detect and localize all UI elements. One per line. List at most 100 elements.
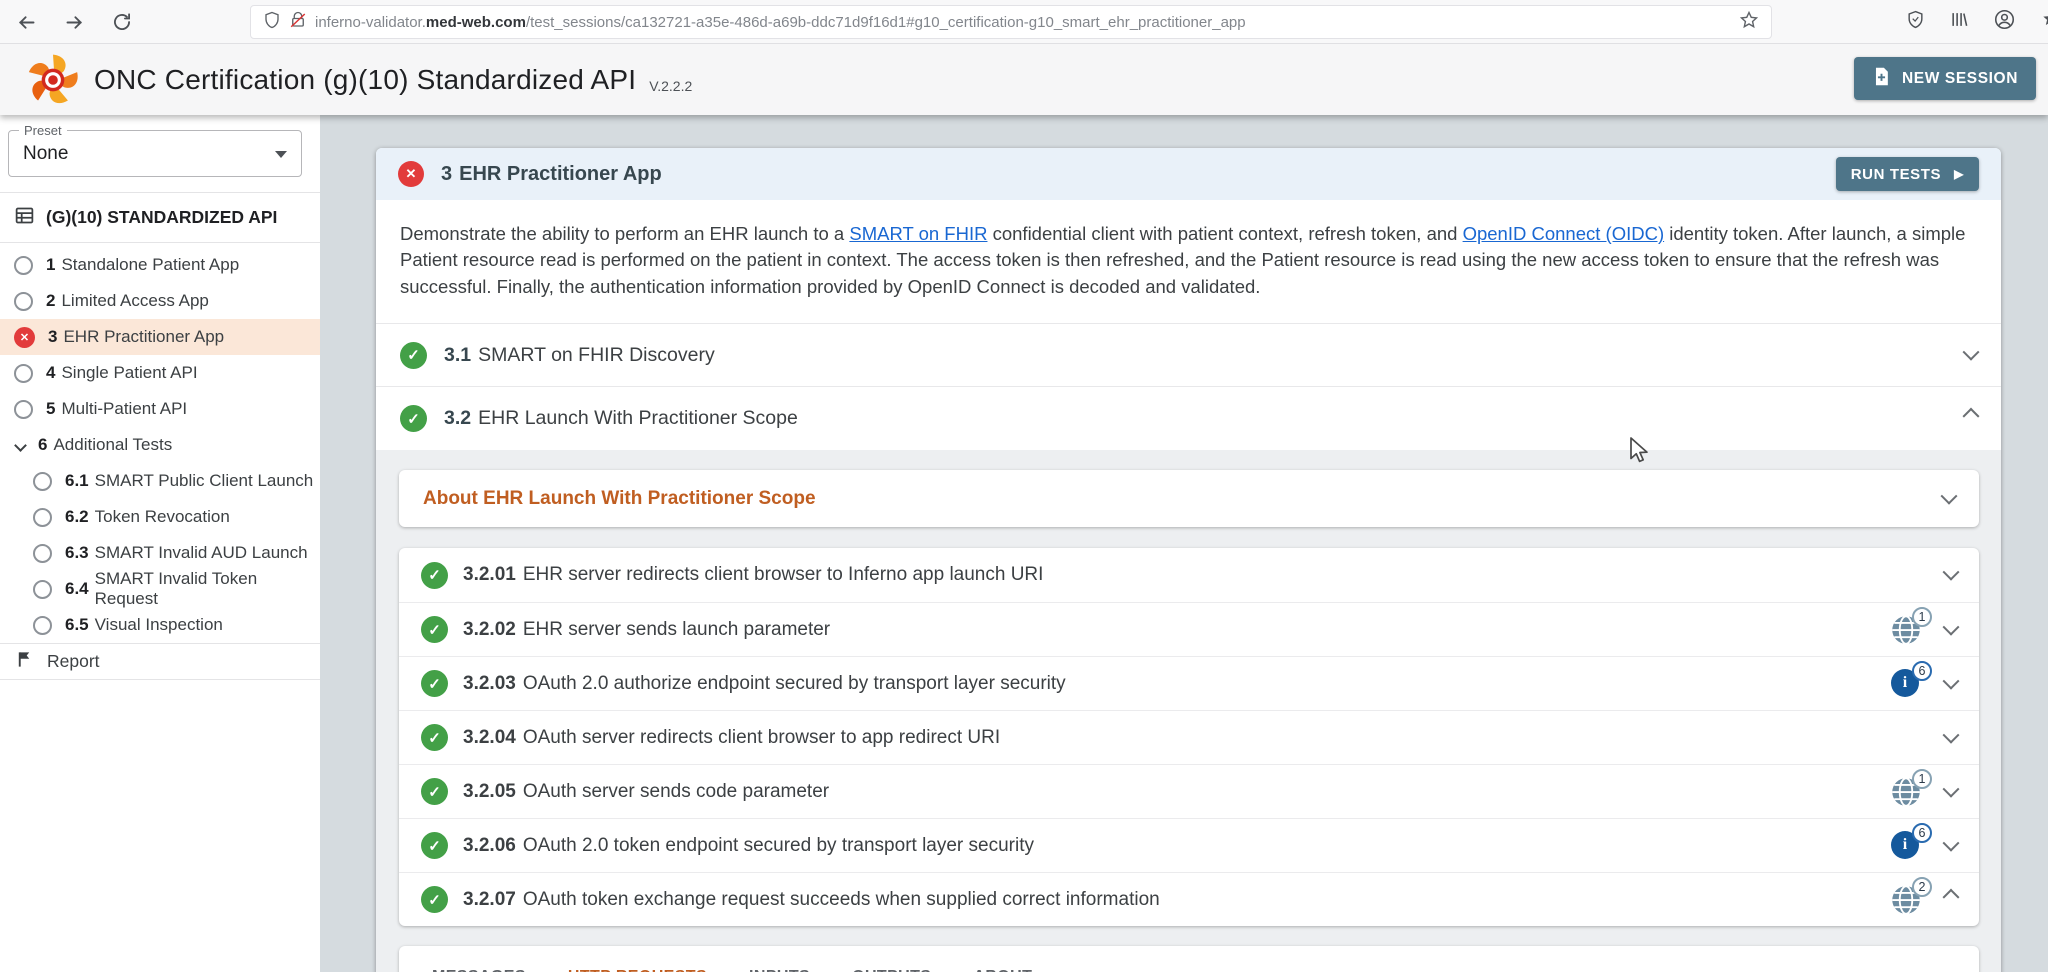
- subtest-row-3.2.05[interactable]: ✓3.2.05OAuth server sends code parameter…: [399, 764, 1979, 818]
- sidebar-item-label: EHR Practitioner App: [63, 327, 224, 347]
- insecure-lock-icon[interactable]: [289, 11, 307, 34]
- page-title: ONC Certification (g)(10) Standardized A…: [94, 64, 636, 96]
- sidebar-item-6[interactable]: 6Additional Tests: [0, 427, 320, 463]
- subtest-controls: i6: [1891, 831, 1957, 861]
- subtest-id: 3.2.06: [463, 835, 516, 857]
- sidebar-item-label: Limited Access App: [61, 291, 208, 311]
- forward-icon[interactable]: [64, 12, 85, 33]
- subtest-controls: [1945, 569, 1957, 581]
- radio-icon: [33, 544, 52, 563]
- sidebar-item-label: Additional Tests: [53, 435, 172, 455]
- test-group-card: ✕ 3 EHR Practitioner App RUN TESTS ▶ Dem…: [376, 148, 2001, 972]
- group-title: EHR Practitioner App: [459, 163, 662, 186]
- subtest-id: 3.2.01: [463, 564, 516, 586]
- sidebar-item-6.1[interactable]: 6.1SMART Public Client Launch: [0, 463, 320, 499]
- protections-shield-icon[interactable]: [1906, 10, 1925, 34]
- tracking-shield-icon[interactable]: [263, 11, 281, 34]
- flag-icon: [15, 650, 34, 674]
- subtest-title: OAuth server sends code parameter: [523, 781, 829, 803]
- description-link[interactable]: SMART on FHIR: [849, 223, 987, 244]
- subtest-row-3.2.02[interactable]: ✓3.2.02EHR server sends launch parameter…: [399, 602, 1979, 656]
- group-number: 3: [441, 163, 452, 186]
- account-icon[interactable]: [1994, 9, 2015, 35]
- subtest-title: EHR server redirects client browser to I…: [523, 564, 1044, 586]
- sidebar-item-6.5[interactable]: 6.5Visual Inspection: [0, 607, 320, 643]
- tab-about[interactable]: ABOUT: [971, 962, 1034, 972]
- success-icon: ✓: [421, 616, 448, 643]
- request-count-badge[interactable]: 1: [1891, 777, 1921, 807]
- sidebar-item-number: 2: [46, 291, 55, 311]
- url-bar[interactable]: inferno-validator.med-web.com/test_sessi…: [250, 5, 1772, 39]
- new-session-button[interactable]: NEW SESSION: [1854, 57, 2036, 100]
- mouse-cursor: [1628, 436, 1654, 469]
- run-tests-button[interactable]: RUN TESTS ▶: [1836, 157, 1979, 191]
- subtest-controls: 2: [1891, 885, 1957, 915]
- sidebar-item-label: Token Revocation: [95, 507, 230, 527]
- sidebar-item-4[interactable]: 4Single Patient API: [0, 355, 320, 391]
- subtest-row-3.2.01[interactable]: ✓3.2.01EHR server redirects client brows…: [399, 548, 1979, 602]
- sidebar-item-report[interactable]: Report: [0, 643, 320, 680]
- sidebar-item-1[interactable]: 1Standalone Patient App: [0, 247, 320, 283]
- radio-icon: [33, 580, 52, 599]
- subtest-controls: 1: [1891, 777, 1957, 807]
- radio-icon: [33, 616, 52, 635]
- sidebar-item-6.2[interactable]: 6.2 Token Revocation: [0, 499, 320, 535]
- subtest-id: 3.2.03: [463, 673, 516, 695]
- subtest-row-3.2.06[interactable]: ✓3.2.06OAuth 2.0 token endpoint secured …: [399, 818, 1979, 872]
- description-text: confidential client with patient context…: [987, 223, 1462, 244]
- message-count-badge[interactable]: i6: [1891, 669, 1921, 699]
- radio-icon: [14, 364, 33, 383]
- bookmark-star-icon[interactable]: [1739, 10, 1759, 35]
- preset-select[interactable]: Preset None: [8, 130, 302, 177]
- subtest-row-3.2.03[interactable]: ✓3.2.03OAuth 2.0 authorize endpoint secu…: [399, 656, 1979, 710]
- inferno-logo-icon: [24, 51, 82, 109]
- sidebar-item-6.4[interactable]: 6.4SMART Invalid Token Request: [0, 571, 320, 607]
- test-title: EHR Launch With Practitioner Scope: [478, 407, 798, 430]
- subtest-controls: 1: [1891, 615, 1957, 645]
- chevron-down-icon: [1943, 835, 1960, 852]
- sidebar-item-2[interactable]: 2 Limited Access App: [0, 283, 320, 319]
- library-icon[interactable]: [1950, 10, 1969, 34]
- test-row-3.1[interactable]: ✓3.1SMART on FHIR Discovery: [376, 324, 2001, 387]
- app-header: ONC Certification (g)(10) Standardized A…: [0, 44, 2048, 115]
- reload-icon[interactable]: [112, 12, 132, 32]
- extensions-icon[interactable]: [2040, 10, 2048, 35]
- sidebar: Preset None (G)(10) STANDARDIZED API 1St…: [0, 115, 320, 972]
- sidebar-item-3[interactable]: ✕3EHR Practitioner App: [0, 319, 320, 355]
- subtest-controls: i6: [1891, 669, 1957, 699]
- chevron-down-icon: [1963, 344, 1980, 361]
- subtest-row-3.2.04[interactable]: ✓3.2.04OAuth server redirects client bro…: [399, 710, 1979, 764]
- new-file-icon: [1872, 67, 1891, 91]
- message-count-badge[interactable]: i6: [1891, 831, 1921, 861]
- error-icon: ✕: [398, 161, 424, 187]
- chevron-up-icon: [1943, 889, 1960, 906]
- success-icon: ✓: [421, 832, 448, 859]
- error-icon: ✕: [14, 327, 35, 348]
- sidebar-item-label: SMART Invalid AUD Launch: [95, 543, 308, 563]
- tab-messages[interactable]: MESSAGES: [430, 962, 528, 972]
- url-text: inferno-validator.med-web.com/test_sessi…: [315, 14, 1246, 31]
- suite-header[interactable]: (G)(10) STANDARDIZED API: [0, 192, 320, 243]
- sidebar-item-number: 5: [46, 399, 55, 419]
- subtest-title: OAuth 2.0 authorize endpoint secured by …: [523, 673, 1066, 695]
- badge-count: 1: [1912, 607, 1932, 627]
- test-row-3.2[interactable]: ✓3.2EHR Launch With Practitioner Scope: [376, 387, 2001, 450]
- tab-inputs[interactable]: INPUTS: [747, 962, 812, 972]
- radio-icon: [14, 256, 33, 275]
- subtest-row-3.2.07[interactable]: ✓3.2.07OAuth token exchange request succ…: [399, 872, 1979, 926]
- tab-http-requests[interactable]: HTTP REQUESTS: [566, 962, 709, 972]
- back-icon[interactable]: [16, 12, 37, 33]
- sidebar-item-5[interactable]: 5Multi-Patient API: [0, 391, 320, 427]
- request-count-badge[interactable]: 2: [1891, 885, 1921, 915]
- detail-tabs: MESSAGES HTTP REQUESTS INPUTS OUTPUTS ABOUT: [399, 946, 1979, 972]
- about-panel[interactable]: About EHR Launch With Practitioner Scope: [399, 470, 1979, 527]
- sidebar-item-number: 6.2: [65, 507, 89, 527]
- inferno-app-window: inferno-validator.med-web.com/test_sessi…: [0, 0, 2048, 972]
- tab-outputs[interactable]: OUTPUTS: [850, 962, 933, 972]
- chevron-down-icon: [1943, 564, 1960, 581]
- request-count-badge[interactable]: 1: [1891, 615, 1921, 645]
- description-link[interactable]: OpenID Connect (OIDC): [1463, 223, 1665, 244]
- badge-count: 6: [1912, 823, 1932, 843]
- sidebar-item-6.3[interactable]: 6.3SMART Invalid AUD Launch: [0, 535, 320, 571]
- dropdown-caret-icon: [275, 151, 287, 158]
